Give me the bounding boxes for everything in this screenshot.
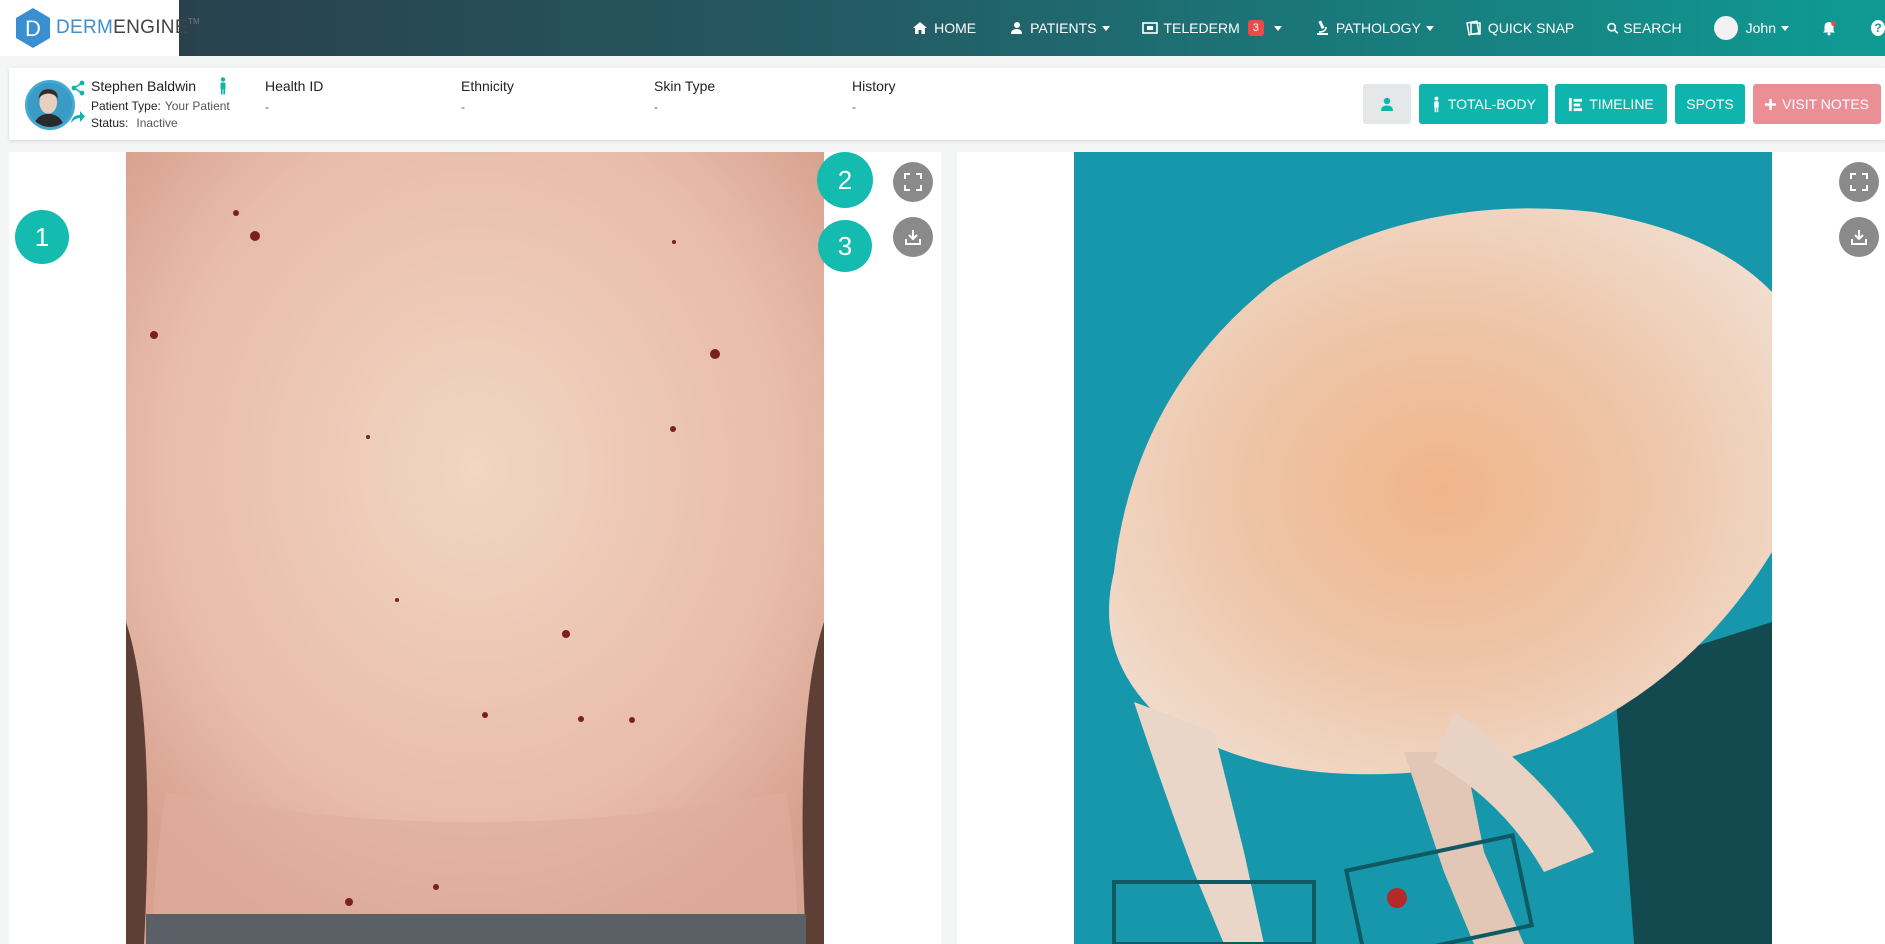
field-skin-type-label: Skin Type <box>654 78 716 94</box>
field-ethnicity-label: Ethnicity <box>461 78 514 94</box>
main-nav: HOME PATIENTS TELEDERM 3 PATHOLOGY QUICK… <box>912 0 1885 56</box>
patient-name: Stephen Baldwin <box>91 78 197 94</box>
nav-telederm[interactable]: TELEDERM 3 <box>1141 20 1282 36</box>
field-ethnicity-value: - <box>461 100 465 114</box>
svg-text:D: D <box>25 16 41 41</box>
total-body-button[interactable]: TOTAL-BODY <box>1419 84 1548 124</box>
step-marker-1: 1 <box>15 210 69 264</box>
fullscreen-button-left[interactable] <box>893 162 933 202</box>
share-icon[interactable] <box>70 80 86 96</box>
help-icon: ? <box>1871 20 1885 36</box>
timeline-label: TIMELINE <box>1589 96 1654 112</box>
telederm-count-badge: 3 <box>1247 20 1264 36</box>
download-icon <box>905 230 921 245</box>
field-health-id-label: Health ID <box>265 78 324 94</box>
nav-user-label: John <box>1745 20 1776 36</box>
home-icon <box>912 20 928 36</box>
chevron-down-icon <box>1781 25 1789 31</box>
logo-mark-icon: D <box>14 7 52 49</box>
nav-user-menu[interactable]: John <box>1713 16 1789 40</box>
chevron-down-icon <box>1101 25 1110 31</box>
chevron-down-icon <box>1425 25 1434 31</box>
total-body-label: TOTAL-BODY <box>1447 96 1536 112</box>
field-ethnicity: Ethnicity - <box>461 78 514 114</box>
fullscreen-icon <box>1850 173 1868 191</box>
step-marker-3: 3 <box>818 220 872 272</box>
forward-icon[interactable] <box>70 110 86 124</box>
visit-notes-button[interactable]: VISIT NOTES <box>1753 84 1881 124</box>
nav-notifications[interactable] <box>1821 20 1843 36</box>
timeline-button[interactable]: TIMELINE <box>1555 84 1667 124</box>
patient-status: Status: Inactive <box>91 116 178 130</box>
nav-quick-snap-label: QUICK SNAP <box>1487 20 1575 36</box>
field-history: History - <box>852 78 896 114</box>
visit-notes-label: VISIT NOTES <box>1782 96 1869 112</box>
field-health-id-value: - <box>265 100 269 114</box>
spots-label: SPOTS <box>1686 96 1734 112</box>
back-photo[interactable] <box>126 152 824 944</box>
patient-status-value: Inactive <box>136 116 178 130</box>
patient-status-label: Status: <box>91 116 129 130</box>
nav-search[interactable]: SEARCH <box>1606 20 1682 36</box>
nav-search-label: SEARCH <box>1623 20 1682 36</box>
user-avatar <box>1713 16 1738 40</box>
quick-snap-icon <box>1466 20 1482 36</box>
field-history-value: - <box>852 100 856 114</box>
patient-header: Stephen Baldwin Patient Type: Your Patien… <box>9 68 1885 140</box>
search-icon <box>1606 20 1619 36</box>
download-button-left[interactable] <box>893 217 933 257</box>
nav-patients[interactable]: PATIENTS <box>1008 20 1110 36</box>
patient-type-value: Your Patient <box>164 99 230 113</box>
nav-pathology[interactable]: PATHOLOGY <box>1314 20 1434 36</box>
top-navbar: D DERMENGINETM HOME PATIENTS TELEDERM 3 … <box>0 0 1885 56</box>
spots-button[interactable]: SPOTS <box>1675 84 1745 124</box>
field-skin-type: Skin Type - <box>654 78 715 114</box>
timeline-icon <box>1569 97 1583 111</box>
nav-home-label: HOME <box>934 20 977 36</box>
patient-type: Patient Type: Your Patient <box>91 99 230 113</box>
fullscreen-icon <box>904 173 922 191</box>
field-skin-type-value: - <box>654 100 658 114</box>
body-icon <box>1434 96 1439 112</box>
person-icon <box>1381 97 1393 111</box>
body-map-icon[interactable] <box>217 77 229 95</box>
bell-icon <box>1821 20 1837 36</box>
nav-pathology-label: PATHOLOGY <box>1335 20 1421 36</box>
nav-quick-snap[interactable]: QUICK SNAP <box>1466 20 1574 36</box>
plus-icon <box>1765 98 1777 110</box>
field-health-id: Health ID - <box>265 78 323 114</box>
chevron-down-icon <box>1273 25 1282 31</box>
telederm-icon <box>1141 20 1158 36</box>
patient-profile-button[interactable] <box>1363 84 1411 124</box>
download-button-right[interactable] <box>1839 217 1879 257</box>
patient-type-label: Patient Type: <box>91 99 161 113</box>
download-icon <box>1851 230 1867 245</box>
nav-telederm-label: TELEDERM <box>1163 20 1240 36</box>
patients-icon <box>1008 20 1024 36</box>
logo-wordmark: DERMENGINETM <box>56 17 200 38</box>
nav-help[interactable]: ? <box>1871 20 1885 36</box>
step-marker-2: 2 <box>817 152 873 208</box>
nav-patients-label: PATIENTS <box>1030 20 1097 36</box>
fullscreen-button-right[interactable] <box>1839 162 1879 202</box>
dermengine-logo[interactable]: D DERMENGINETM <box>0 0 200 56</box>
field-history-label: History <box>852 78 896 94</box>
patient-avatar[interactable] <box>25 80 75 130</box>
nav-home[interactable]: HOME <box>912 20 976 36</box>
bent-over-photo[interactable] <box>1074 152 1772 944</box>
microscope-icon <box>1314 20 1330 36</box>
